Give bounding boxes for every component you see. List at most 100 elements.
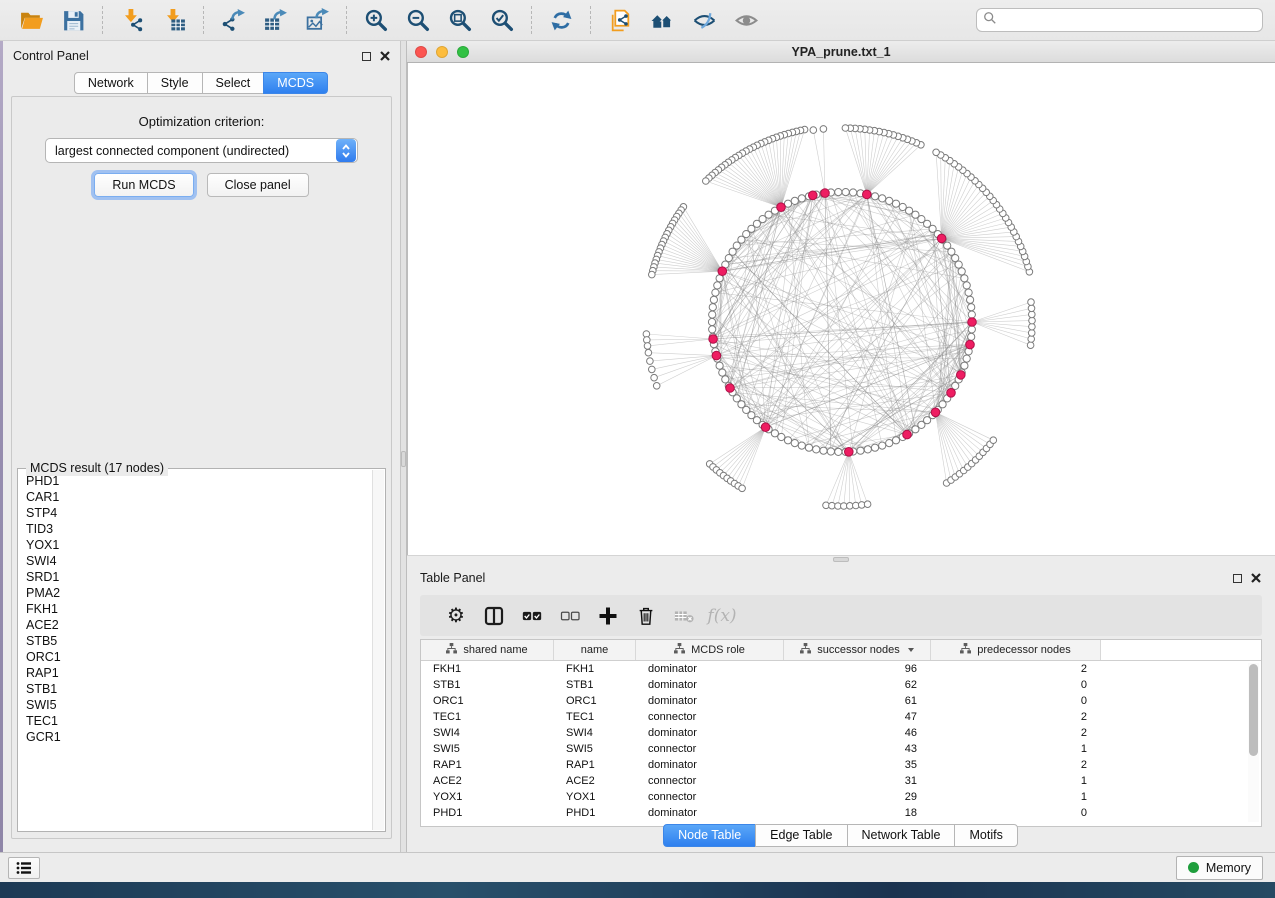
clone-network-icon[interactable] [604,5,636,35]
horizontal-splitter[interactable] [407,555,1275,563]
mcds-result-group: MCDS result (17 nodes) PHD1CAR1STP4TID3Y… [17,461,386,832]
mcds-result-item[interactable]: STB5 [26,633,369,649]
column-header-name[interactable]: name [554,640,636,660]
close-window-button[interactable] [415,46,427,58]
tab-mcds[interactable]: MCDS [263,72,328,94]
search-box[interactable] [976,8,1263,32]
tree-icon [674,643,685,657]
list-icon [16,861,32,875]
memory-button[interactable]: Memory [1176,856,1263,880]
cell-name: SWI5 [554,741,636,757]
mcds-result-item[interactable]: ORC1 [26,649,369,665]
status-list-button[interactable] [8,857,40,879]
hide-selected-icon[interactable] [688,5,720,35]
column-header-successor-nodes[interactable]: successor nodes [784,640,931,660]
close-panel-button[interactable]: Close panel [207,173,309,197]
table-scrollbar[interactable] [1248,663,1259,822]
mcds-result-item[interactable]: SWI5 [26,697,369,713]
mcds-result-item[interactable]: SWI4 [26,553,369,569]
float-panel-icon[interactable] [1233,574,1242,583]
tab-edge-table[interactable]: Edge Table [755,824,847,847]
table-row[interactable]: STB1STB1dominator620 [421,677,1248,693]
mcds-result-item[interactable]: GCR1 [26,729,369,745]
result-scrollbar[interactable] [372,470,384,830]
cell-successor-nodes: 47 [784,709,931,725]
splitter-grip[interactable] [833,557,849,562]
select-all-icon[interactable] [513,601,551,631]
cell-successor-nodes: 46 [784,725,931,741]
refresh-layout-icon[interactable] [545,5,577,35]
tab-select[interactable]: Select [202,72,265,94]
cell-MCDS-role: dominator [636,805,784,821]
save-session-icon[interactable] [57,5,89,35]
show-all-icon[interactable] [730,5,762,35]
import-network-icon[interactable] [116,5,148,35]
mcds-result-item[interactable]: SRD1 [26,569,369,585]
maximize-window-button[interactable] [457,46,469,58]
mcds-result-item[interactable]: CAR1 [26,489,369,505]
import-table-icon[interactable] [158,5,190,35]
column-header-predecessor-nodes[interactable]: predecessor nodes [931,640,1101,660]
mcds-result-item[interactable]: FKH1 [26,601,369,617]
column-header-shared-name[interactable]: shared name [421,640,554,660]
main-toolbar [10,5,767,35]
cell-successor-nodes: 18 [784,805,931,821]
tab-style[interactable]: Style [147,72,203,94]
new-column-icon[interactable] [589,601,627,631]
close-panel-icon[interactable] [1251,573,1261,583]
tab-node-table[interactable]: Node Table [663,824,756,847]
mcds-result-item[interactable]: STB1 [26,681,369,697]
neighborhood-icon[interactable] [646,5,678,35]
open-file-icon[interactable] [15,5,47,35]
table-row[interactable]: RAP1RAP1dominator352 [421,757,1248,773]
mcds-result-item[interactable]: RAP1 [26,665,369,681]
tab-network[interactable]: Network [74,72,148,94]
mcds-result-item[interactable]: ACE2 [26,617,369,633]
mcds-result-item[interactable]: STP4 [26,505,369,521]
table-row[interactable]: PHD1PHD1dominator180 [421,805,1248,821]
deselect-all-icon[interactable] [551,601,589,631]
export-table-icon[interactable] [259,5,291,35]
table-row[interactable]: FKH1FKH1dominator962 [421,661,1248,677]
zoom-fit-icon[interactable] [444,5,476,35]
zoom-in-icon[interactable] [360,5,392,35]
table-row[interactable]: TEC1TEC1connector472 [421,709,1248,725]
delete-column-icon[interactable] [627,601,665,631]
export-image-icon[interactable] [301,5,333,35]
table-row[interactable]: ACE2ACE2connector311 [421,773,1248,789]
zoom-out-icon[interactable] [402,5,434,35]
tab-network-table[interactable]: Network Table [847,824,956,847]
export-network-icon[interactable] [217,5,249,35]
mcds-result-item[interactable]: PMA2 [26,585,369,601]
column-header-MCDS-role[interactable]: MCDS role [636,640,784,660]
close-panel-icon[interactable] [380,51,390,61]
float-panel-icon[interactable] [362,52,371,61]
mcds-result-item[interactable]: TID3 [26,521,369,537]
mcds-result-item[interactable]: TEC1 [26,713,369,729]
table-row[interactable]: ORC1ORC1dominator610 [421,693,1248,709]
minimize-window-button[interactable] [436,46,448,58]
cell-predecessor-nodes: 0 [931,693,1101,709]
cell-MCDS-role: dominator [636,661,784,677]
network-canvas[interactable] [407,63,1275,555]
tab-motifs[interactable]: Motifs [954,824,1017,847]
toolbar [0,0,1275,41]
table-row[interactable]: SWI4SWI4dominator462 [421,725,1248,741]
network-graph[interactable] [408,63,1275,555]
cell-name: STB1 [554,677,636,693]
cell-MCDS-role: dominator [636,677,784,693]
search-input[interactable] [997,11,1262,29]
table-row[interactable]: YOX1YOX1connector291 [421,789,1248,805]
splitter-grip[interactable] [401,451,406,467]
toolbar-separator [590,6,591,34]
optimization-select[interactable]: largest connected component (undirected) [45,138,358,163]
table-mode-icon[interactable]: ⚙ [437,601,475,631]
mcds-panel: Optimization criterion: largest connecte… [11,96,392,839]
zoom-selected-icon[interactable] [486,5,518,35]
vertical-splitter[interactable] [400,41,407,852]
mcds-result-item[interactable]: YOX1 [26,537,369,553]
show-columns-icon[interactable] [475,601,513,631]
run-mcds-button[interactable]: Run MCDS [94,173,193,197]
table-row[interactable]: SWI5SWI5connector431 [421,741,1248,757]
scrollbar-thumb[interactable] [1249,664,1258,756]
